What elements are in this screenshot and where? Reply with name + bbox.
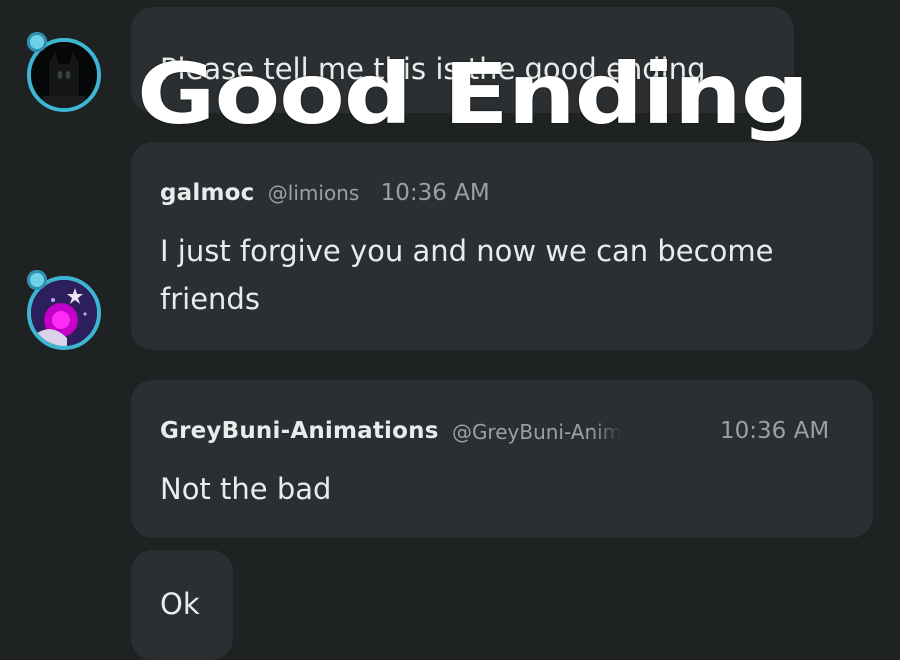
message-header: galmoc @limions 10:36 AM	[160, 180, 490, 206]
user-handle: @limions	[267, 181, 360, 205]
timestamp: 10:36 AM	[720, 418, 830, 444]
badge-icon	[27, 270, 47, 290]
user-handle: @GreyBuni-Anim	[451, 420, 623, 444]
message-text: Not the bad	[160, 472, 332, 506]
overlay-caption: Good Ending	[137, 45, 809, 143]
avatar-character-icon	[31, 42, 97, 108]
message-text: I just forgive you and now we can become…	[160, 234, 774, 316]
username[interactable]: GreyBuni-Animations	[160, 418, 439, 444]
avatar-character-icon	[31, 280, 97, 346]
message-bubble[interactable]: galmoc @limions 10:36 AM I just forgive …	[131, 142, 873, 350]
badge-icon	[27, 32, 47, 52]
message-bubble[interactable]: Ok	[131, 550, 233, 660]
message-header: GreyBuni-Animations @GreyBuni-Anim	[160, 418, 622, 444]
message-text: Ok	[160, 587, 200, 621]
username[interactable]: galmoc	[160, 180, 254, 206]
message-bubble[interactable]: GreyBuni-Animations @GreyBuni-Anim 10:36…	[131, 380, 873, 538]
timestamp: 10:36 AM	[380, 180, 490, 206]
